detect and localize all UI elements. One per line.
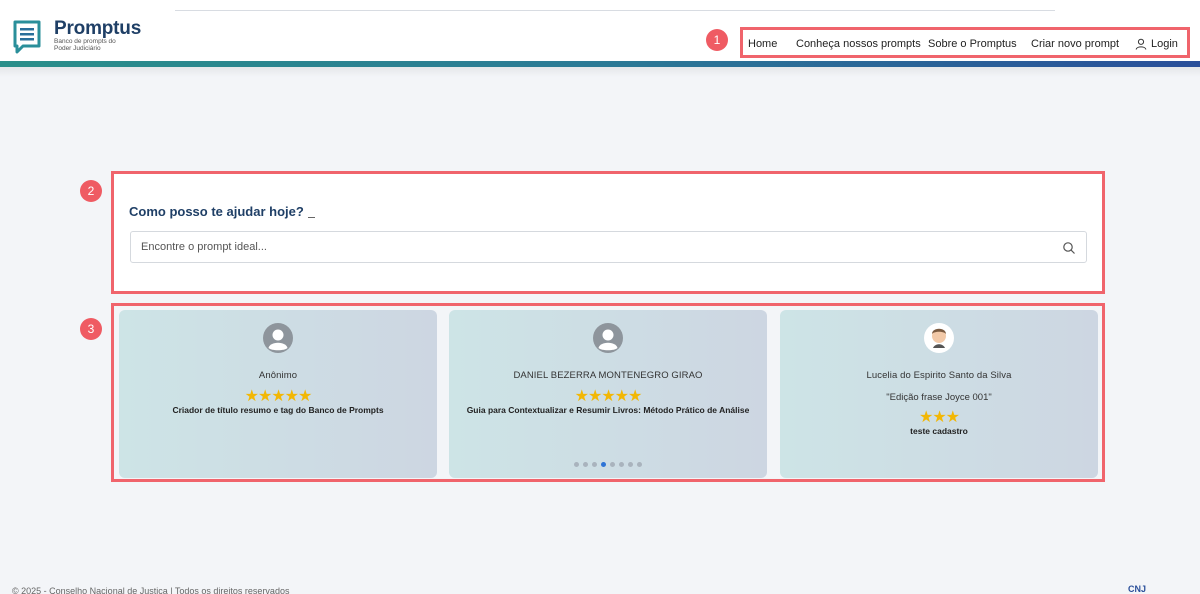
pagination-dot[interactable] xyxy=(619,462,624,467)
prompt-card[interactable]: Lucelia do Espirito Santo da Silva "Ediç… xyxy=(780,310,1098,478)
user-icon xyxy=(1135,38,1147,50)
star-rating: ★★★★★ xyxy=(574,388,643,405)
prompt-card[interactable]: DANIEL BEZERRA MONTENEGRO GIRAO ★★★★★ Gu… xyxy=(449,310,767,478)
search-icon[interactable] xyxy=(1062,241,1076,255)
search-field[interactable] xyxy=(130,231,1087,263)
star-rating: ★★★★★ xyxy=(244,388,313,405)
app-tagline-2: Poder Judiciário xyxy=(54,45,101,52)
nav-login[interactable]: Login xyxy=(1135,38,1178,50)
search-section: Como posso te ajudar hoje? xyxy=(111,171,1105,294)
carousel-pagination xyxy=(449,454,767,472)
prompt-carousel: Anônimo ★★★★★ Criador de título resumo e… xyxy=(111,303,1105,482)
app-name: Promptus xyxy=(54,18,142,39)
app-tagline-1: Banco de prompts do xyxy=(54,38,116,45)
card-author: Anônimo xyxy=(258,370,298,381)
card-prompt-title: Guia para Contextualizar e Resumir Livro… xyxy=(466,405,750,415)
prompt-card[interactable]: Anônimo ★★★★★ Criador de título resumo e… xyxy=(119,310,437,478)
pagination-dot[interactable] xyxy=(583,462,588,467)
card-prompt-title: teste cadastro xyxy=(910,426,968,436)
cnj-logo: CNJ xyxy=(1128,584,1147,594)
card-author: DANIEL BEZERRA MONTENEGRO GIRAO xyxy=(513,370,703,381)
pagination-dot[interactable] xyxy=(574,462,579,467)
default-avatar-icon xyxy=(263,323,293,353)
default-avatar-icon xyxy=(593,323,623,353)
star-rating: ★★★ xyxy=(918,409,960,426)
card-phrase: "Edição frase Joyce 001" xyxy=(886,392,992,403)
logo[interactable]: Promptus Banco de prompts do Poder Judic… xyxy=(12,18,142,56)
annotation-badge-3: 3 xyxy=(80,318,102,340)
nav-create-prompt[interactable]: Criar novo prompt xyxy=(1031,38,1119,50)
nav-prompts[interactable]: Conheça nossos prompts xyxy=(796,38,921,50)
nav-about[interactable]: Sobre o Promptus xyxy=(928,38,1017,50)
site-header: Promptus Banco de prompts do Poder Judic… xyxy=(0,16,1200,64)
browser-top-strip xyxy=(0,0,1200,16)
search-input[interactable] xyxy=(131,232,1051,262)
annotation-badge-1: 1 xyxy=(706,29,728,51)
document-chat-icon xyxy=(12,20,48,56)
footer-copyright: © 2025 - Conselho Nacional de Justiça | … xyxy=(12,586,290,594)
pagination-dot-active[interactable] xyxy=(601,462,606,467)
divider xyxy=(175,10,1055,11)
header-shadow xyxy=(0,67,1200,77)
pagination-dot[interactable] xyxy=(592,462,597,467)
card-author: Lucelia do Espirito Santo da Silva xyxy=(866,370,1012,381)
pagination-dot[interactable] xyxy=(637,462,642,467)
search-heading-text: Como posso te ajudar hoje? xyxy=(129,204,304,219)
annotation-badge-2: 2 xyxy=(80,180,102,202)
nav-home[interactable]: Home xyxy=(748,38,777,50)
text-cursor xyxy=(307,217,315,218)
search-heading: Como posso te ajudar hoje? xyxy=(129,204,315,219)
card-prompt-title: Criador de título resumo e tag do Banco … xyxy=(172,405,384,415)
main-nav: Home Conheça nossos prompts Sobre o Prom… xyxy=(740,27,1190,58)
pagination-dot[interactable] xyxy=(610,462,615,467)
user-photo-avatar xyxy=(924,323,954,353)
pagination-dot[interactable] xyxy=(628,462,633,467)
login-label: Login xyxy=(1151,38,1178,50)
